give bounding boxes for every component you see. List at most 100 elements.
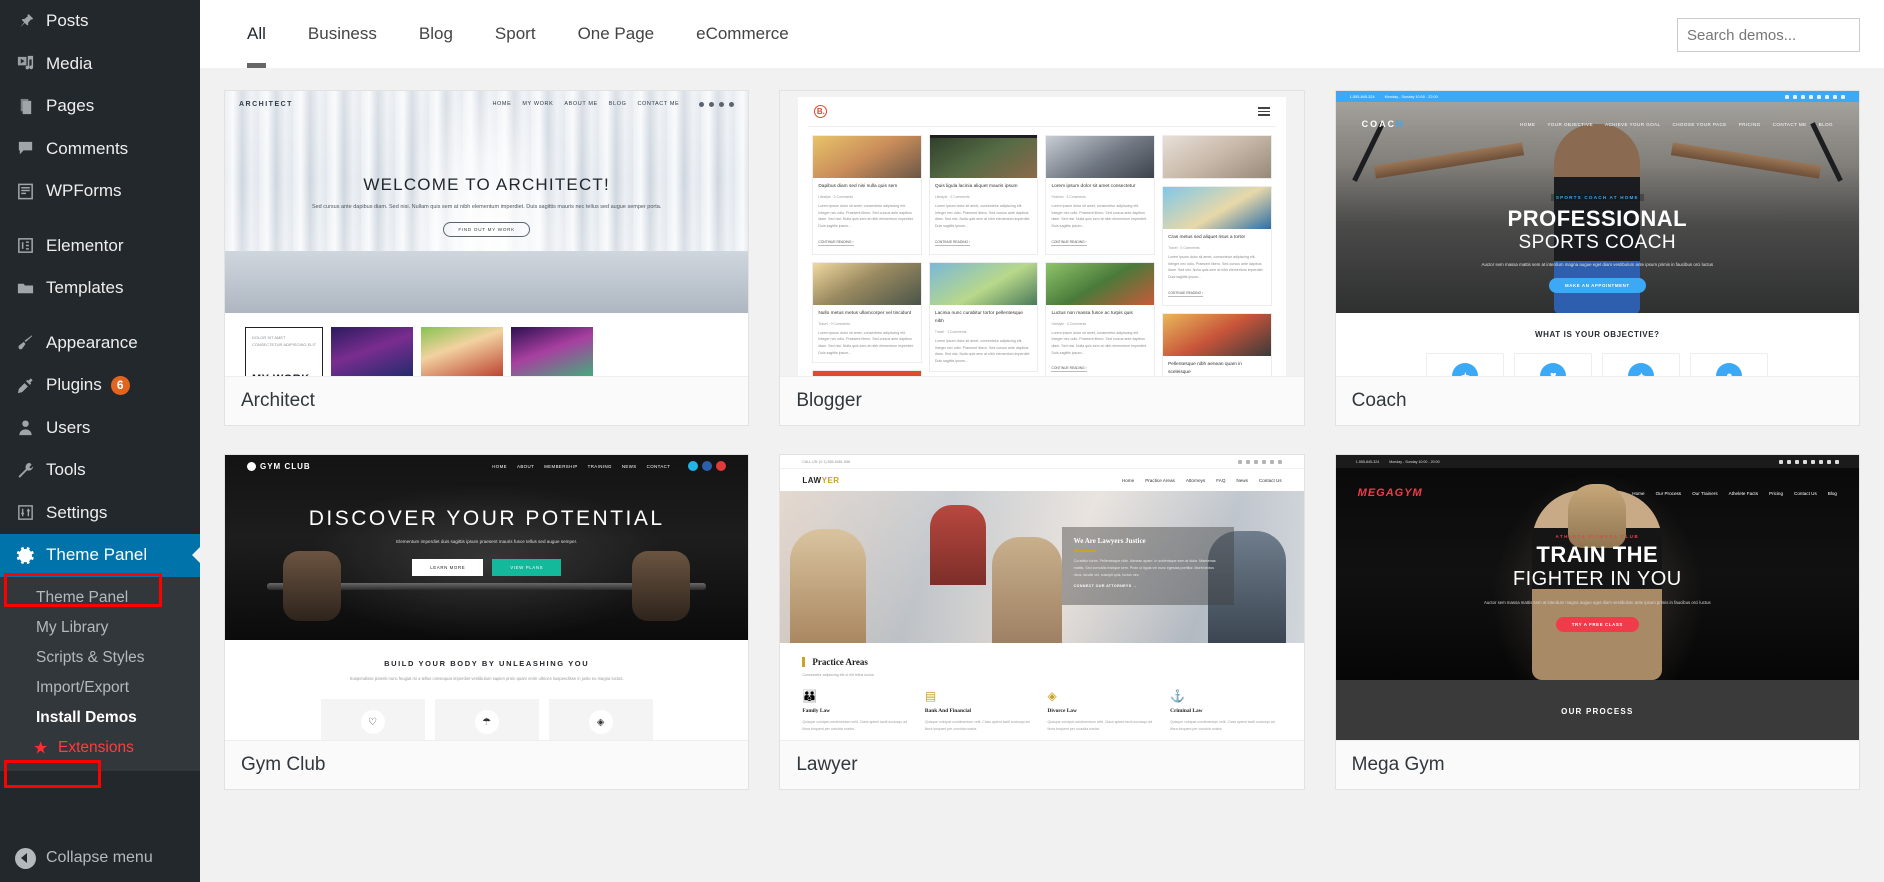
practice-area: 👪 Family Law Quisque volutpat condimentu… [802, 689, 914, 733]
plugins-plug-icon [10, 376, 40, 395]
nav-link: ABOUT [517, 463, 535, 469]
post-excerpt: Lorem ipsum dolor sit amet, consectetur … [934, 204, 1031, 229]
area-text: Quisque volutpat condimentum velit. Clas… [924, 720, 1030, 731]
sidebar-item-templates[interactable]: Templates [0, 267, 200, 310]
demo-card-gym-club[interactable]: GYM CLUB HOME ABOUT MEMBERSHIP TRAINING … [224, 454, 750, 790]
tab-business[interactable]: Business [287, 0, 398, 68]
social-icons [1778, 459, 1839, 464]
lawyer-hero-cta: CONNECT OUR ATTORNEYS → [1073, 584, 1137, 589]
demo-preview-lawyer: CALL US: (0 1) 555-5481-556 LAWYER Home … [780, 455, 1304, 741]
demo-card-architect[interactable]: ARCHITECT HOME MY WORK ABOUT ME BLOG CON… [224, 90, 750, 426]
nav-link: TRAINING [587, 463, 612, 469]
mega-gym-topbar: 1-555-845-324 Monday - Sunday 10:00 - 20… [1335, 455, 1859, 468]
mega-gym-cta-button: TRY A FREE CLASS [1555, 617, 1639, 633]
sidebar-item-plugins[interactable]: Plugins 6 [0, 364, 200, 407]
demo-preview-coach: 1-555-845-324 Monday - Sunday 10:00 - 22… [1335, 91, 1859, 377]
post-read-more: CONTINUE READING › [1168, 290, 1204, 297]
post-meta: Travel · 0 Comments [1168, 246, 1200, 251]
sidebar-item-settings[interactable]: Settings [0, 492, 200, 535]
area-text: Quisque volutpat condimentum velit. Clas… [1170, 720, 1275, 731]
lawyer-hero-box: We Are Lawyers Justice Curabitur tortor.… [1061, 527, 1234, 605]
sidebar-item-label: Appearance [46, 332, 138, 352]
mega-gym-heading-2: FIGHTER IN YOU [1512, 568, 1682, 590]
nav-link: Blog [1827, 490, 1837, 496]
lawyer-hero-title: We Are Lawyers Justice [1073, 537, 1146, 545]
demo-card-lawyer[interactable]: CALL US: (0 1) 555-5481-556 LAWYER Home … [779, 454, 1305, 790]
sidebar-item-users[interactable]: Users [0, 407, 200, 450]
social-icons [1237, 459, 1282, 464]
objective-card: ♥ [1514, 353, 1593, 376]
post-title: Cras metus sed aliquet risus a tortor [1168, 235, 1246, 240]
sidebar-item-posts[interactable]: Posts [0, 0, 200, 43]
tab-ecommerce[interactable]: eCommerce [675, 0, 810, 68]
architect-heading: WELCOME TO ARCHITECT! [363, 175, 610, 194]
demo-card-mega-gym[interactable]: 1-555-845-324 Monday - Sunday 10:00 - 20… [1334, 454, 1860, 790]
sidebar-item-label: Settings [46, 502, 108, 522]
post-excerpt: Lorem ipsum dolor sit amet, consectetur … [934, 338, 1031, 363]
lawyer-logo: LAWYER [802, 475, 840, 485]
post-read-more: CONTINUE READING › [818, 239, 854, 246]
anchor-icon: ⚓ [1170, 689, 1186, 703]
sidebar-item-comments[interactable]: Comments [0, 128, 200, 171]
mega-gym-hero: MEGAGYM Home Our Process Our Trainers At… [1335, 468, 1859, 680]
tab-one-page[interactable]: One Page [557, 0, 676, 68]
blog-post: Quis ligula lacinia aliquet mauris ipsum… [928, 135, 1039, 255]
mega-gym-logo: MEGAGYM [1357, 487, 1423, 499]
collapse-menu-button[interactable]: Collapse menu [0, 834, 200, 882]
blog-post: Cras metus sed aliquet risus a tortor Tr… [1162, 186, 1272, 306]
objective-card: ● [1690, 353, 1769, 376]
sidebar-item-theme-panel[interactable]: Theme Panel [0, 534, 200, 577]
blog-post: Lorem ipsum dolor sit amet consectetur F… [1045, 135, 1156, 255]
nav-link: Our Process [1655, 490, 1682, 496]
search-input[interactable] [1677, 18, 1860, 52]
gym-view-plans-button: VIEW PLANS [492, 558, 562, 576]
demo-card-coach[interactable]: 1-555-845-324 Monday - Sunday 10:00 - 22… [1334, 90, 1860, 426]
tab-all[interactable]: All [226, 0, 287, 68]
submenu-item-extensions[interactable]: ★ Extensions [0, 733, 200, 763]
submenu-item-install-demos[interactable]: Install Demos [0, 703, 200, 733]
blog-post: Lacinia nunc curabitur tortor pellentesq… [928, 261, 1039, 372]
gym-section-sub: Suspendisse potenti nunc feugiat mi a te… [349, 676, 624, 681]
comments-icon [10, 139, 40, 158]
nav-link: Pricing [1769, 490, 1784, 496]
blog-post: Pellentesque nibh aenean quam in sceleis… [1162, 312, 1272, 376]
practice-area: ⚓ Criminal Law Quisque volutpat condimen… [1170, 689, 1282, 733]
nav-link: ABOUT ME [564, 101, 598, 107]
work-card-text: DOLOR SIT AMET CONSECTETUR ADIPISCING EL… [252, 335, 317, 348]
sidebar-item-media[interactable]: Media [0, 43, 200, 86]
nav-link: Contact Us [1258, 477, 1282, 483]
post-read-more: CONTINUE READING › [1051, 366, 1087, 373]
post-meta: Travel · 0 Comments [818, 321, 850, 326]
nav-link: News [1236, 477, 1248, 483]
nav-link: BLOG [608, 101, 627, 107]
sidebar-item-wpforms[interactable]: WPForms [0, 170, 200, 213]
tab-blog[interactable]: Blog [398, 0, 474, 68]
submenu-item-my-library[interactable]: My Library [0, 613, 200, 643]
sidebar-item-elementor[interactable]: Elementor [0, 225, 200, 268]
demo-title: Lawyer [796, 754, 858, 775]
sidebar-item-label: Pages [46, 96, 95, 116]
tab-sport[interactable]: Sport [474, 0, 557, 68]
demo-preview-architect: ARCHITECT HOME MY WORK ABOUT ME BLOG CON… [225, 91, 749, 377]
demo-title: Gym Club [241, 754, 326, 775]
pages-icon [10, 97, 40, 116]
sidebar-item-appearance[interactable]: Appearance [0, 322, 200, 365]
post-excerpt: Lorem ipsum dolor sit amet, consectetur … [1168, 255, 1264, 280]
sidebar-item-pages[interactable]: Pages [0, 85, 200, 128]
elementor-icon [10, 236, 40, 255]
blog-post: Luctus non massa fusce ac turpis quis Li… [1045, 261, 1156, 376]
tools-wrench-icon [10, 461, 40, 480]
submenu-item-theme-panel[interactable]: Theme Panel [0, 583, 200, 613]
mega-gym-heading-1: TRAIN THE [1536, 542, 1659, 567]
area-title: Divorce Law [1047, 708, 1077, 714]
mega-gym-section-title: OUR PROCESS [1561, 706, 1634, 716]
area-title: Family Law [802, 708, 831, 714]
family-icon: 👪 [802, 689, 818, 703]
sidebar-item-label: WPForms [46, 181, 122, 201]
submenu-item-import-export[interactable]: Import/Export [0, 673, 200, 703]
post-title: Nullo metus metus ullamcorper vel tincid… [818, 310, 912, 316]
submenu-item-scripts-styles[interactable]: Scripts & Styles [0, 643, 200, 673]
sidebar-item-tools[interactable]: Tools [0, 449, 200, 492]
demo-card-blogger[interactable]: B. Dapibus diam sed nisi nulla quis sem … [779, 90, 1305, 426]
nav-link: FAQ [1216, 477, 1226, 483]
